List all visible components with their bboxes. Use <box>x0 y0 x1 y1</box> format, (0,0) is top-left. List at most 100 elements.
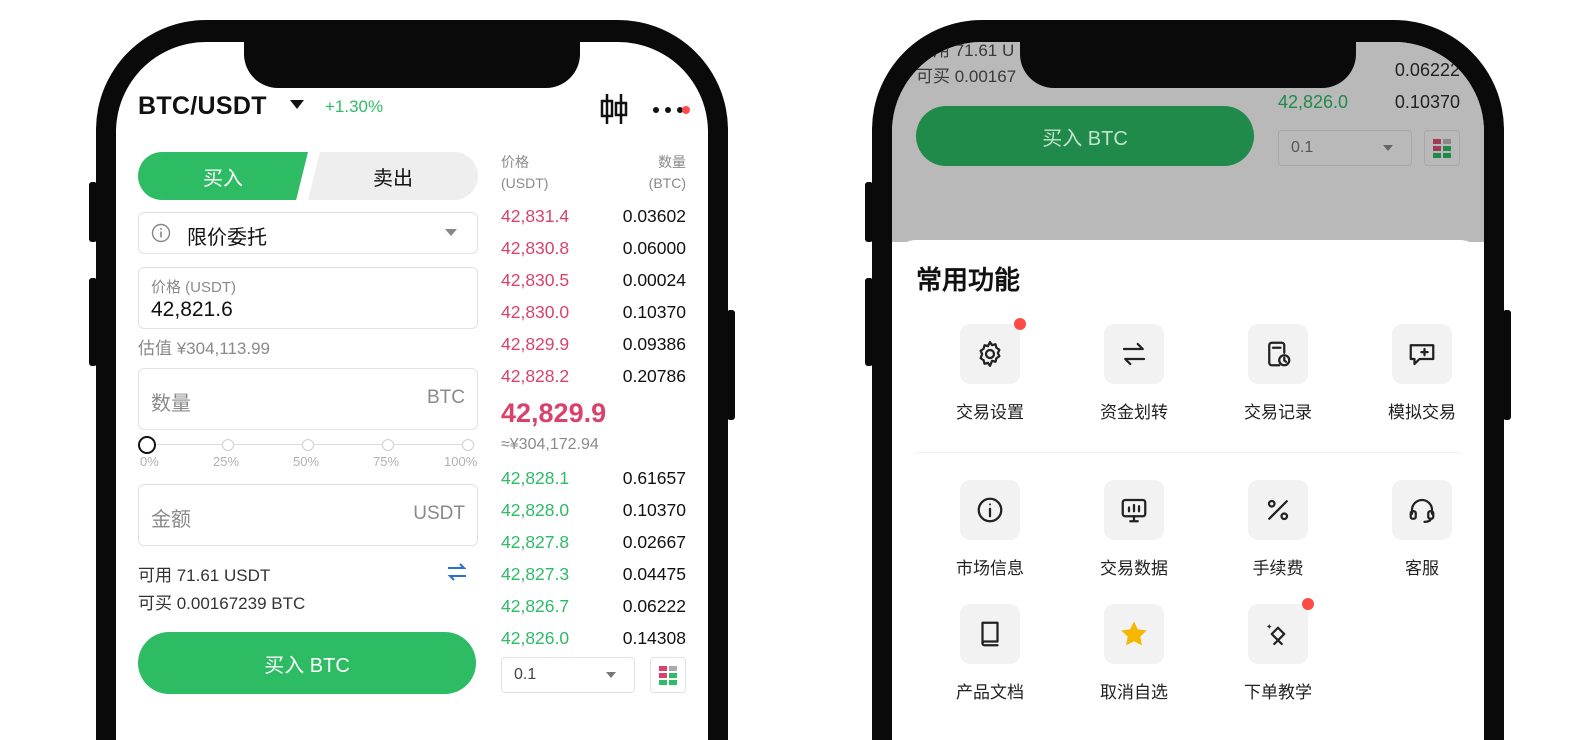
function-item[interactable]: 资金划转 <box>1064 324 1204 423</box>
slider-stop[interactable] <box>222 439 234 451</box>
candlestick-icon[interactable] <box>600 92 628 131</box>
orderbook-price: 42,827.8 <box>501 531 570 552</box>
phone-frame-right: 可用 71.61 U 可买 0.00167 0.06222 42,826.0 0… <box>865 20 1511 740</box>
orderbook-qty: 0.14308 <box>622 627 686 648</box>
orderbook-row[interactable]: 42,827.3 0.04475 <box>501 558 686 590</box>
can-buy-amount: 可买 0.00167239 BTC <box>138 594 306 613</box>
amount-unit: USDT <box>413 503 465 524</box>
orderbook-row[interactable]: 42,831.4 0.03602 <box>501 200 686 232</box>
amount-field[interactable]: 金额 USDT <box>138 484 478 546</box>
notification-dot <box>682 106 690 114</box>
function-item[interactable]: 下单教学 <box>1208 598 1348 703</box>
slider-stop[interactable] <box>382 439 394 451</box>
percentage-slider[interactable]: 0% 25% 50% 75% 100% <box>138 436 478 476</box>
orderbook-qty: 0.06222 <box>622 595 686 616</box>
chevron-down-icon <box>1383 145 1393 151</box>
price-field[interactable]: 价格 (USDT) 42,821.6 <box>138 267 478 329</box>
notification-dot <box>1302 598 1314 610</box>
slider-handle[interactable] <box>138 436 156 454</box>
function-item[interactable]: 取消自选 <box>1064 604 1204 703</box>
function-label: 手续费 <box>1252 559 1304 578</box>
orderbook-qty: 0.04475 <box>622 563 686 584</box>
demo-trading-icon <box>1392 324 1452 384</box>
sheet-title: 常用功能 <box>916 265 1021 295</box>
orderbook-row[interactable]: 42,829.9 0.09386 <box>501 328 686 360</box>
more-icon[interactable] <box>652 102 684 120</box>
order-type-select[interactable]: 限价委托 <box>138 212 478 254</box>
chevron-down-icon[interactable] <box>290 100 304 109</box>
function-item[interactable]: 交易记录 <box>1208 324 1348 423</box>
buy-tab[interactable]: 买入 <box>138 152 308 200</box>
chevron-down-icon <box>606 672 616 678</box>
side-button <box>865 278 873 366</box>
buy-btc-button[interactable]: 买入 BTC <box>138 632 476 694</box>
notch <box>1020 42 1356 88</box>
available-balance: 可用 71.61 U <box>916 42 1015 60</box>
function-item[interactable]: 交易数据 <box>1064 480 1204 579</box>
slider-label: 100% <box>444 454 478 469</box>
orderbook-row[interactable]: 42,828.2 0.20786 <box>501 360 686 392</box>
orderbook-row[interactable]: 42,830.5 0.00024 <box>501 264 686 296</box>
orderbook-layout-icon <box>1424 130 1460 166</box>
depth-value: 0.1 <box>514 666 537 683</box>
transfer-icon[interactable] <box>446 562 468 587</box>
qty-header: 数量 (BTC) <box>648 154 686 191</box>
buy-btc-button: 买入 BTC <box>916 106 1254 166</box>
orderbook-qty: 0.10370 <box>622 301 686 322</box>
functions-sheet: 常用功能 交易设置 资金划转 交易记录 模拟交易市场信息 交易数据 手续费 客服产品文档 取消… <box>892 240 1484 740</box>
orderbook-price: 42,829.9 <box>501 333 570 354</box>
depth-value: 0.1 <box>1291 139 1314 156</box>
function-label: 交易数据 <box>1100 559 1168 578</box>
orderbook-row[interactable]: 42,828.0 0.10370 <box>501 494 686 526</box>
sell-tab[interactable]: 卖出 <box>308 152 478 200</box>
function-label: 交易记录 <box>1244 403 1312 422</box>
slider-stop[interactable] <box>462 439 474 451</box>
quantity-field[interactable]: 数量 BTC <box>138 368 478 430</box>
orderbook-qty: 0.03602 <box>622 205 686 226</box>
orderbook-row[interactable]: 42,826.0 0.14308 <box>501 622 686 654</box>
orderbook-price: 42,826.0 <box>501 627 570 648</box>
orderbook-price: 42,830.8 <box>501 237 570 258</box>
function-item[interactable]: 产品文档 <box>920 604 1060 703</box>
orderbook-qty: 0.00024 <box>622 269 686 290</box>
function-item[interactable]: 交易设置 <box>920 318 1060 423</box>
orderbook-price: 42,830.5 <box>501 269 570 290</box>
functions-screen: 可用 71.61 U 可买 0.00167 0.06222 42,826.0 0… <box>892 42 1484 740</box>
orderbook-row[interactable]: 42,830.0 0.10370 <box>501 296 686 328</box>
price-label: 价格 (USDT) <box>151 279 236 296</box>
function-label: 交易设置 <box>956 403 1024 422</box>
orderbook-price: 42,826.0 <box>1278 92 1349 112</box>
book-icon <box>960 604 1020 664</box>
function-label: 取消自选 <box>1100 683 1168 702</box>
function-label: 下单教学 <box>1244 683 1312 702</box>
depth-select[interactable]: 0.1 <box>501 657 635 693</box>
function-item[interactable]: 模拟交易 <box>1352 324 1484 423</box>
orderbook-price: 42,830.0 <box>501 301 570 322</box>
orderbook-qty: 0.06222 <box>1394 60 1460 80</box>
estimate-value: 估值 ¥304,113.99 <box>138 339 270 358</box>
orderbook-row[interactable]: 42,826.7 0.06222 <box>501 590 686 622</box>
orderbook-price: 42,831.4 <box>501 205 570 226</box>
depth-select: 0.1 <box>1278 130 1412 166</box>
function-label: 产品文档 <box>956 683 1024 702</box>
orderbook-row[interactable]: 42,828.1 0.61657 <box>501 462 686 494</box>
function-item[interactable]: 客服 <box>1352 480 1484 579</box>
orderbook-qty: 0.06000 <box>622 237 686 258</box>
function-label: 客服 <box>1405 559 1439 578</box>
function-item[interactable]: 市场信息 <box>920 480 1060 579</box>
amount-placeholder: 金额 <box>151 509 191 531</box>
last-price-cny: ≈¥304,172.94 <box>501 436 599 453</box>
orderbook-row[interactable]: 42,827.8 0.02667 <box>501 526 686 558</box>
quantity-placeholder: 数量 <box>151 393 191 415</box>
divider <box>916 452 1460 453</box>
orderbook-layout-icon[interactable] <box>650 657 686 693</box>
orderbook-row[interactable]: 42,830.8 0.06000 <box>501 232 686 264</box>
slider-stop[interactable] <box>302 439 314 451</box>
available-balance: 可用 71.61 USDT <box>138 566 271 585</box>
orderbook-price: 42,827.3 <box>501 563 570 584</box>
function-item[interactable]: 手续费 <box>1208 480 1348 579</box>
phone-frame-left: BTC/USDT +1.30% 买入 卖出 限价委托 价格 (USDT) 42,… <box>89 20 735 740</box>
info-icon <box>960 480 1020 540</box>
trading-pair[interactable]: BTC/USDT <box>138 92 267 121</box>
orderbook-price: 42,828.0 <box>501 499 570 520</box>
